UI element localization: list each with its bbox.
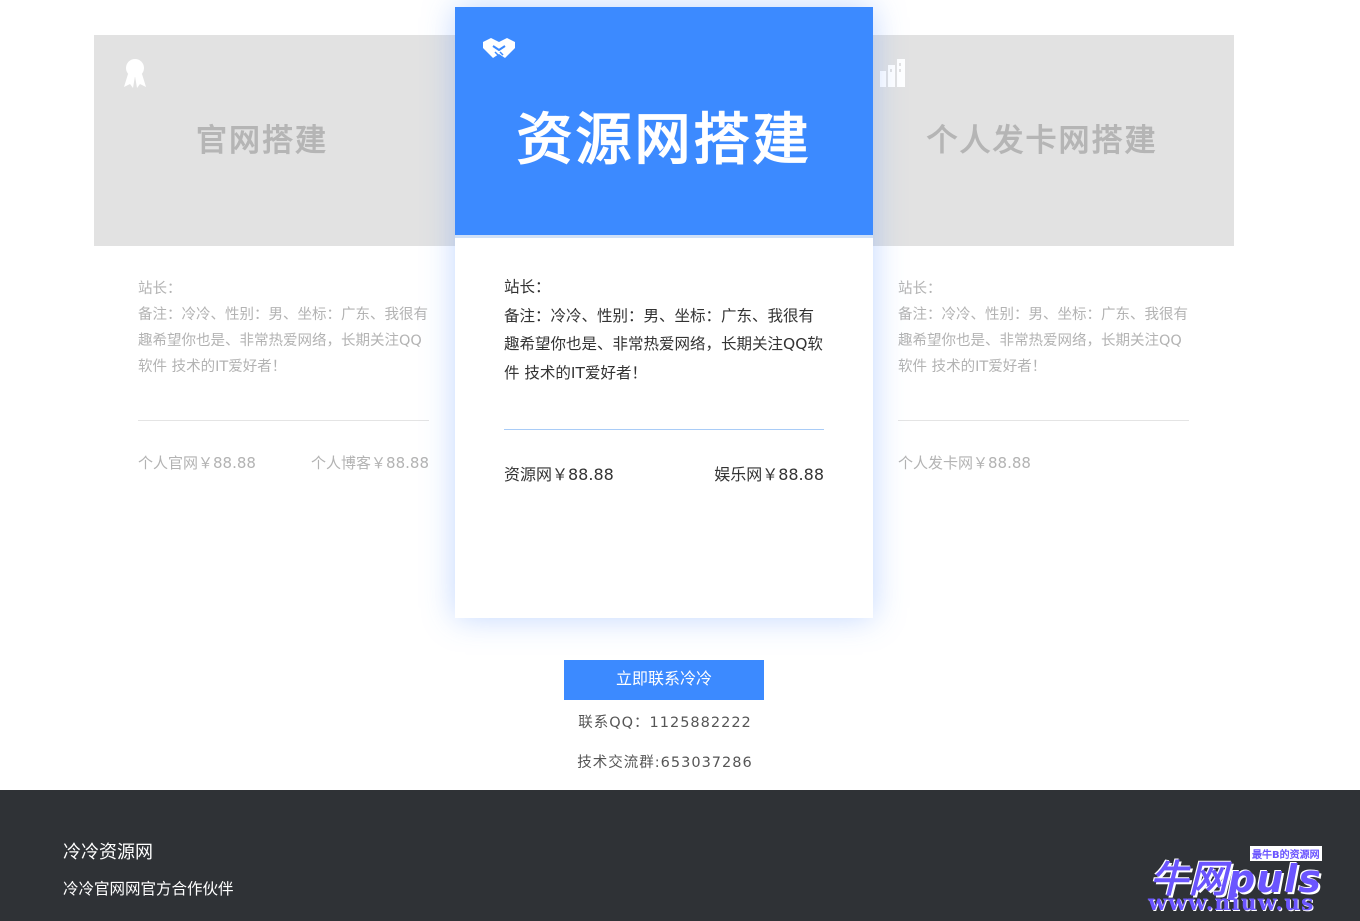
divider [898, 420, 1189, 421]
card-website-header: 官网搭建 [94, 35, 514, 246]
watermark-tag: 最牛B的资源网 [1250, 846, 1322, 861]
handshake-icon [483, 38, 515, 58]
price-personal-blog: 个人博客￥88.88 [311, 454, 429, 472]
divider [138, 420, 429, 421]
buildings-icon [880, 59, 905, 87]
card-card-shop-description: 备注：冷冷、性别：男、坐标：广东、我很有趣希望你也是、非常热爱网络，长期关注QQ… [898, 307, 1188, 375]
card-resource-site-owner: 站长： [504, 278, 551, 296]
card-resource-site-description: 备注：冷冷、性别：男、坐标：广东、我很有趣希望你也是、非常热爱网络，长期关注QQ… [504, 306, 823, 382]
award-ribbon-icon [124, 59, 146, 88]
card-card-shop-owner: 站长： [898, 281, 942, 297]
card-website: 官网搭建 站长： 备注：冷冷、性别：男、坐标：广东、我很有趣希望你也是、非常热爱… [94, 35, 514, 615]
card-website-owner: 站长： [138, 281, 182, 297]
card-website-title: 官网搭建 [196, 123, 328, 159]
price-personal-site: 个人官网￥88.88 [138, 454, 256, 472]
page: 官网搭建 站长： 备注：冷冷、性别：男、坐标：广东、我很有趣希望你也是、非常热爱… [0, 0, 1360, 921]
divider [504, 429, 824, 430]
watermark-logo: 牛网puls 最牛B的资源网 www.niuw.us [1146, 846, 1346, 916]
footer-subtitle: 冷冷官网网官方合作伙伴 [63, 880, 234, 898]
card-card-shop-header: 个人发卡网搭建 [814, 35, 1234, 246]
card-card-shop: 个人发卡网搭建 站长： 备注：冷冷、性别：男、坐标：广东、我很有趣希望你也是、非… [814, 35, 1234, 615]
card-website-description: 备注：冷冷、性别：男、坐标：广东、我很有趣希望你也是、非常热爱网络，长期关注QQ… [138, 307, 428, 375]
contact-group: 技术交流群:653037286 [577, 755, 753, 771]
card-resource-site-title: 资源网搭建 [516, 108, 812, 173]
contact-now-button[interactable]: 立即联系冷冷 [564, 660, 764, 700]
card-resource-site-header: 资源网搭建 [455, 7, 873, 238]
card-website-body: 站长： 备注：冷冷、性别：男、坐标：广东、我很有趣希望你也是、非常热爱网络，长期… [94, 246, 514, 476]
footer-brand[interactable]: 冷冷资源网 [63, 838, 153, 864]
card-resource-site: 资源网搭建 站长： 备注：冷冷、性别：男、坐标：广东、我很有趣希望你也是、非常热… [455, 7, 873, 618]
price-entertainment-site: 娱乐网￥88.88 [714, 465, 824, 484]
card-card-shop-prices: 个人发卡网￥88.88 [898, 450, 1189, 476]
price-card-shop: 个人发卡网￥88.88 [898, 454, 1031, 472]
contact-qq: 联系QQ：1125882222 [578, 715, 752, 731]
card-resource-site-body: 站长： 备注：冷冷、性别：男、坐标：广东、我很有趣希望你也是、非常热爱网络，长期… [455, 238, 873, 490]
price-resource-site: 资源网￥88.88 [504, 465, 614, 484]
watermark-url: www.niuw.us [1148, 890, 1315, 916]
card-resource-site-prices: 资源网￥88.88 娱乐网￥88.88 [504, 461, 824, 490]
card-card-shop-body: 站长： 备注：冷冷、性别：男、坐标：广东、我很有趣希望你也是、非常热爱网络，长期… [814, 246, 1234, 476]
card-card-shop-title: 个人发卡网搭建 [926, 123, 1158, 159]
card-website-prices: 个人官网￥88.88 个人博客￥88.88 [138, 450, 429, 476]
